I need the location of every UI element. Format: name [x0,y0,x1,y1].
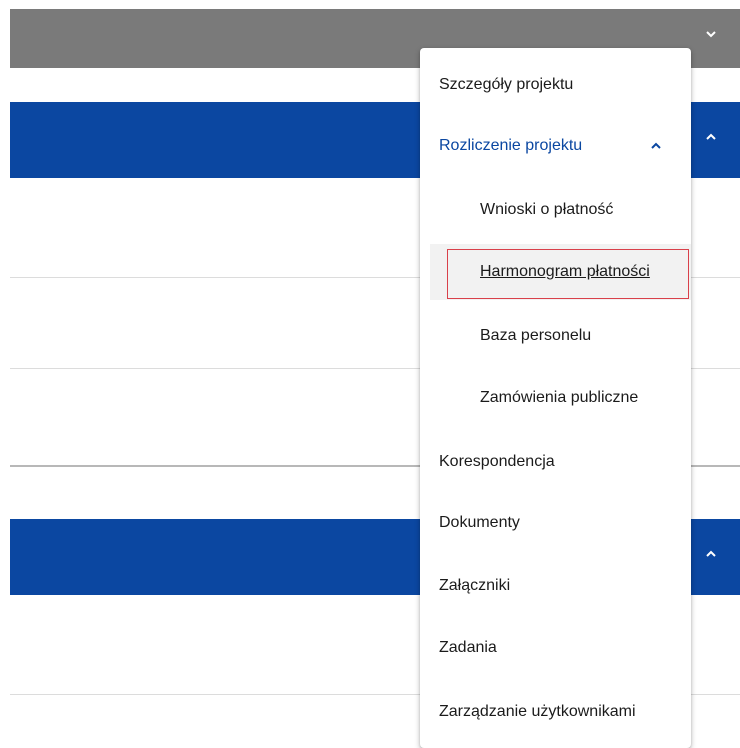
menu-item-zamowienia-publiczne[interactable]: Zamówienia publiczne [420,378,691,418]
menu-item-zarzadzanie-uzytkownikami[interactable]: Zarządzanie użytkownikami [420,692,691,732]
menu-item-wnioski-o-platnosc[interactable]: Wnioski o płatność [420,190,691,230]
focus-outline [447,249,689,299]
menu-item-label: Korespondencja [439,453,555,470]
menu-item-baza-personelu[interactable]: Baza personelu [420,316,691,356]
menu-item-zalaczniki[interactable]: Załączniki [420,566,691,606]
menu-item-szczegoly-projektu[interactable]: Szczegóły projektu [420,65,691,105]
chevron-up-icon[interactable] [704,130,718,144]
menu-item-label: Zadania [439,639,497,656]
menu-item-zadania[interactable]: Zadania [420,628,691,668]
menu-item-label: Baza personelu [480,327,592,344]
menu-item-label: Zarządzanie użytkownikami [439,703,636,720]
menu-item-label: Rozliczenie projektu [439,137,583,154]
chevron-up-icon[interactable] [650,140,662,152]
chevron-up-icon[interactable] [704,547,718,561]
menu-item-label: Zamówienia publiczne [480,389,639,406]
menu-item-label: Szczegóły projektu [439,76,574,93]
menu-item-dokumenty[interactable]: Dokumenty [420,503,691,543]
menu-item-label: Wnioski o płatność [480,201,614,218]
menu-item-label: Dokumenty [439,514,520,531]
menu-item-korespondencja[interactable]: Korespondencja [420,442,691,482]
menu-item-label: Załączniki [439,577,511,594]
project-navigation-menu: Szczegóły projektu Rozliczenie projektu … [420,48,691,748]
menu-item-rozliczenie-projektu[interactable]: Rozliczenie projektu [420,126,691,166]
chevron-down-icon[interactable] [704,27,718,41]
